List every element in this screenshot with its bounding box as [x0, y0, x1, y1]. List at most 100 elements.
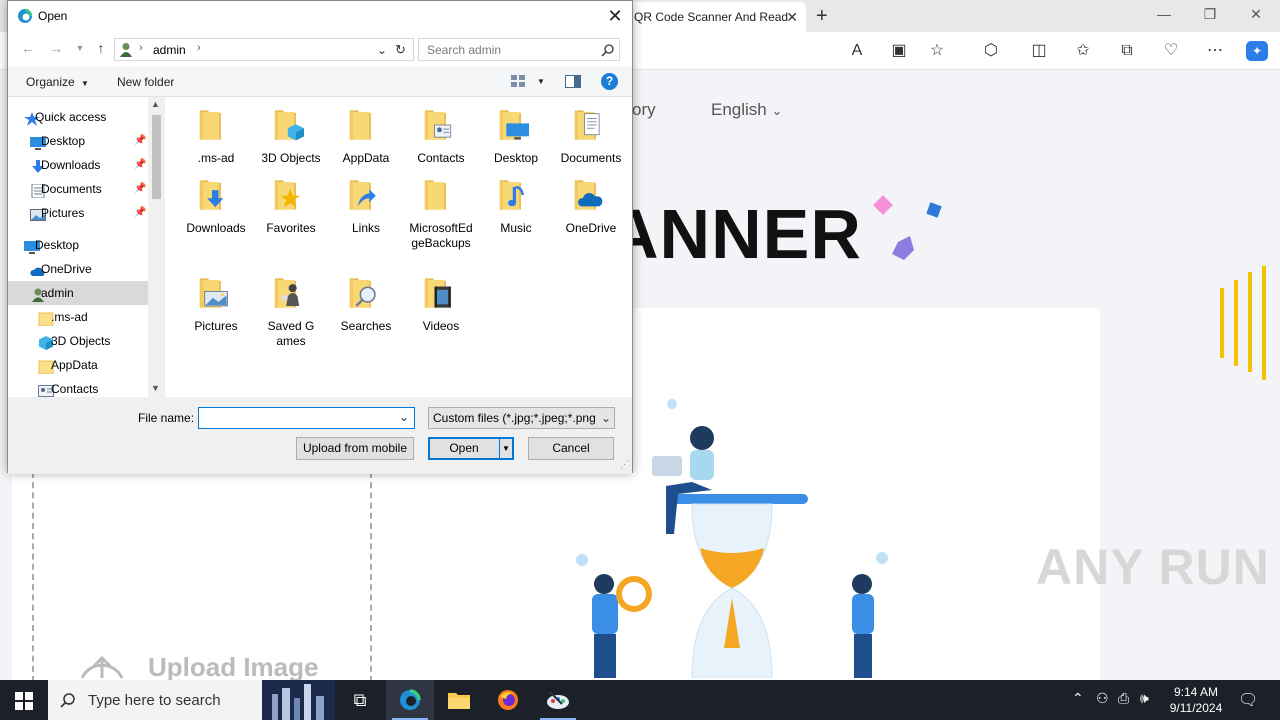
navigation-scrollbar[interactable]: ▲ ▼ [148, 97, 165, 397]
breadcrumb-chevron-icon[interactable]: › [197, 42, 201, 54]
folder-item-label: OneDrive [565, 221, 617, 235]
forward-arrow-icon[interactable]: → [48, 40, 64, 56]
nav-item-desktop[interactable]: Desktop [8, 233, 148, 257]
restore-icon[interactable]: ❐ [1200, 6, 1220, 23]
folder-item-links[interactable]: Links [329, 175, 403, 265]
new-tab-button[interactable]: + [816, 4, 828, 28]
folder-item-downloads[interactable]: Downloads [179, 175, 253, 265]
view-chevron-icon[interactable]: ▼ [537, 77, 545, 86]
file-type-value: Custom files (*.jpg;*.jpeg;*.png [433, 411, 596, 425]
scroll-up-icon[interactable]: ▲ [151, 99, 160, 109]
search-icon[interactable] [601, 43, 615, 57]
read-aloud-icon[interactable]: A [846, 41, 868, 61]
file-list: .ms-ad 3D Objects AppData Contacts Desktop Do… [165, 97, 632, 397]
nav-item-admin[interactable]: admin [8, 281, 148, 305]
taskbar-search-input[interactable] [88, 690, 288, 710]
up-arrow-icon[interactable]: ↑ [93, 40, 109, 56]
system-clock[interactable]: 9:14 AM 9/11/2024 [1158, 684, 1234, 716]
scroll-down-icon[interactable]: ▼ [151, 383, 160, 393]
search-input[interactable] [419, 39, 597, 60]
nav-item-quick-access[interactable]: Quick access [8, 105, 148, 129]
performance-icon[interactable]: ♡ [1160, 41, 1182, 61]
nav-item-pictures[interactable]: Pictures 📌 [8, 201, 148, 225]
help-icon[interactable]: ? [601, 73, 618, 90]
breadcrumb-admin[interactable]: admin [153, 43, 186, 57]
people-tray-icon[interactable]: ⚇ [1096, 690, 1109, 707]
split-screen-icon[interactable]: ◫ [1028, 41, 1050, 61]
preview-pane-icon[interactable] [565, 75, 581, 88]
resize-grip-icon[interactable]: ⋰ [620, 459, 629, 470]
taskbar-firefox-button[interactable] [484, 680, 532, 720]
folder-item-onedrive[interactable]: OneDrive [554, 175, 628, 265]
nav-item-ms-ad[interactable]: .ms-ad [8, 305, 148, 329]
file-name-dropdown-icon[interactable]: ⌄ [399, 410, 409, 424]
task-view-icon[interactable]: ⧉ [336, 680, 384, 720]
nav-item-3d-objects[interactable]: 3D Objects [8, 329, 148, 353]
minimize-icon[interactable]: — [1154, 6, 1174, 22]
folder-item-videos[interactable]: Videos [404, 273, 478, 363]
notifications-icon[interactable]: 🗨 [1238, 690, 1258, 710]
network-icon[interactable]: ⎙ [1118, 690, 1129, 707]
more-menu-icon[interactable]: ⋯ [1204, 41, 1226, 61]
view-options-icon[interactable] [511, 75, 525, 88]
organize-menu[interactable]: Organize ▼ [26, 75, 89, 89]
address-dropdown-icon[interactable]: ⌄ [377, 43, 387, 57]
nav-link-history[interactable]: ory [632, 100, 656, 120]
open-button[interactable]: Open ▼ [428, 437, 514, 460]
tab-close-icon[interactable]: ✕ [786, 2, 798, 32]
taskbar-paint-button[interactable] [534, 680, 582, 720]
language-selector[interactable]: English ⌄ [711, 100, 782, 120]
upload-image-label: Upload Image [148, 652, 319, 680]
nav-item-contacts[interactable]: Contacts [8, 377, 148, 397]
collections-icon[interactable]: ⧉ [1116, 41, 1138, 61]
favorite-star-icon[interactable]: ☆ [926, 41, 948, 61]
nav-item-appdata[interactable]: AppData [8, 353, 148, 377]
copilot-icon[interactable]: ✦ [1246, 41, 1268, 61]
cancel-button[interactable]: Cancel [528, 437, 614, 460]
dialog-close-button[interactable]: ✕ [604, 5, 626, 27]
favorites-icon[interactable]: ✩ [1072, 41, 1094, 61]
folder-item-label: Documents [560, 151, 622, 165]
folder-item-label: Links [351, 221, 380, 235]
folder-item-saved-games[interactable]: Saved Games [254, 273, 328, 363]
folder-item-label: 3D Objects [261, 151, 321, 165]
pin-icon: 📌 [134, 135, 147, 146]
file-name-field[interactable]: ⌄ [198, 407, 415, 429]
nav-item-documents[interactable]: Documents 📌 [8, 177, 148, 201]
file-type-dropdown-icon[interactable]: ⌄ [599, 408, 612, 428]
file-type-select[interactable]: Custom files (*.jpg;*.jpeg;*.png ⌄ [428, 407, 615, 429]
upload-card[interactable] [12, 460, 392, 680]
dialog-toolbar: Organize ▼ New folder ▼ ? [8, 66, 632, 97]
folder-item-favorites[interactable]: Favorites [254, 175, 328, 265]
show-hidden-icons-chevron[interactable]: ⌃ [1072, 690, 1084, 707]
window-close-icon[interactable]: ✕ [1246, 6, 1266, 23]
windows-start-icon[interactable] [15, 692, 33, 710]
scrollbar-thumb[interactable] [152, 115, 161, 199]
new-folder-button[interactable]: New folder [117, 75, 174, 89]
nav-item-onedrive[interactable]: OneDrive [8, 257, 148, 281]
folder-item-pictures[interactable]: Pictures [179, 273, 253, 363]
breadcrumb[interactable]: › admin › ⌄ ↻ [114, 38, 414, 61]
folder-item-searches[interactable]: Searches [329, 273, 403, 363]
link-folder-icon [349, 180, 376, 210]
folder-item-music[interactable]: Music [479, 175, 553, 265]
nav-item-label: Pictures [41, 206, 85, 220]
taskbar-edge-button[interactable] [386, 680, 434, 720]
extensions-icon[interactable]: ⬡ [980, 41, 1002, 61]
open-split-chevron-icon[interactable]: ▼ [499, 439, 512, 458]
music-folder-icon [499, 180, 524, 210]
search-box[interactable] [418, 38, 620, 61]
nav-item-downloads[interactable]: Downloads 📌 [8, 153, 148, 177]
nav-item-desktop[interactable]: Desktop 📌 [8, 129, 148, 153]
taskbar-search[interactable] [48, 680, 335, 720]
folder-item-microsoftedgebackups[interactable]: MicrosoftEdgeBackups [404, 175, 478, 265]
nav-item-label: Desktop [41, 134, 86, 148]
browser-tab[interactable]: QR Code Scanner And Read ✕ [610, 2, 806, 32]
taskbar-file-explorer-button[interactable] [434, 680, 482, 720]
volume-icon[interactable]: 🕪 [1140, 690, 1149, 707]
refresh-icon[interactable]: ↻ [395, 42, 406, 58]
upload-from-mobile-button[interactable]: Upload from mobile [296, 437, 414, 460]
back-arrow-icon[interactable]: ← [20, 40, 36, 56]
recent-locations-chevron-icon[interactable]: ▼ [72, 43, 88, 53]
immersive-reader-icon[interactable]: ▣ [888, 41, 910, 61]
